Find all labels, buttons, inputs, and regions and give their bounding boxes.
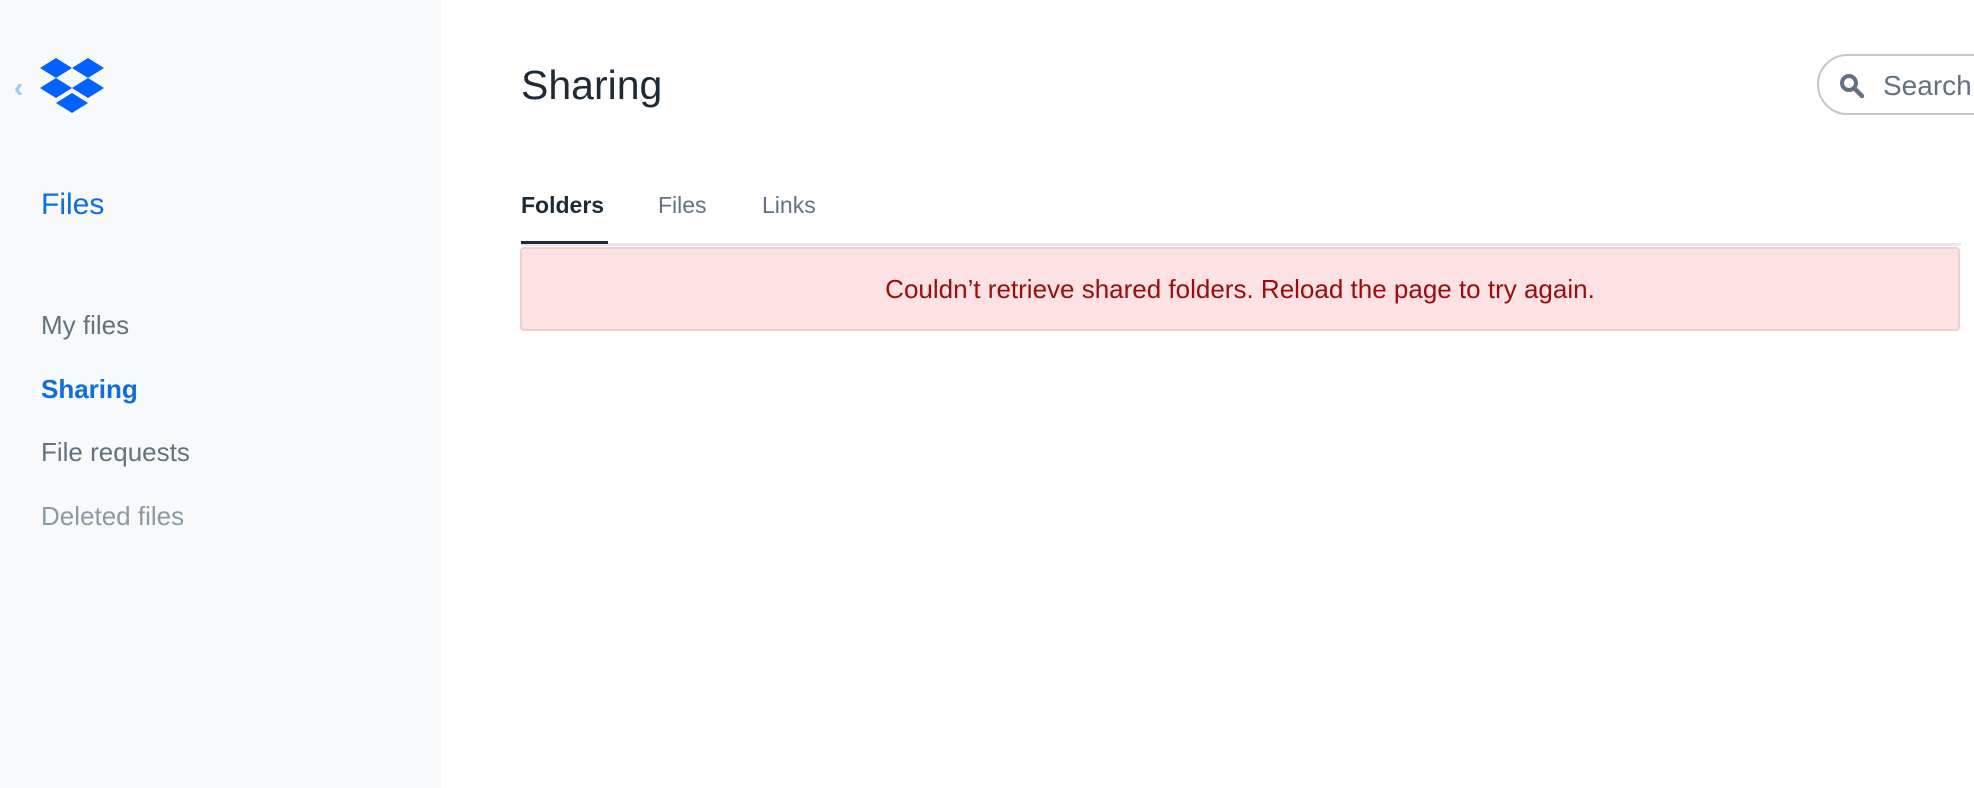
- chevron-left-icon[interactable]: ‹: [14, 74, 23, 102]
- search-placeholder: Search: [1883, 70, 1972, 101]
- error-banner: Couldn’t retrieve shared folders. Reload…: [520, 247, 1960, 331]
- sidebar-item-sharing[interactable]: Sharing: [41, 374, 138, 405]
- active-tab-indicator: [521, 241, 608, 244]
- search-icon: [1840, 74, 1865, 99]
- tab-files[interactable]: Files: [658, 192, 707, 219]
- page-title: Sharing: [521, 62, 663, 108]
- sidebar-item-file-requests[interactable]: File requests: [41, 437, 190, 468]
- tab-folders[interactable]: Folders: [521, 192, 604, 219]
- sidebar-item-deleted-files[interactable]: Deleted files: [41, 501, 184, 532]
- error-message: Couldn’t retrieve shared folders. Reload…: [885, 273, 1595, 304]
- tab-bar: Folders Files Links: [521, 190, 1961, 246]
- sidebar-section-files[interactable]: Files: [41, 188, 104, 222]
- search-input[interactable]: Search: [1817, 54, 1974, 115]
- tab-links[interactable]: Links: [762, 192, 816, 219]
- dropbox-logo-icon[interactable]: [40, 58, 104, 119]
- sidebar: ‹ Files My files Sharing File requests D…: [0, 0, 441, 788]
- sidebar-item-my-files[interactable]: My files: [41, 310, 129, 341]
